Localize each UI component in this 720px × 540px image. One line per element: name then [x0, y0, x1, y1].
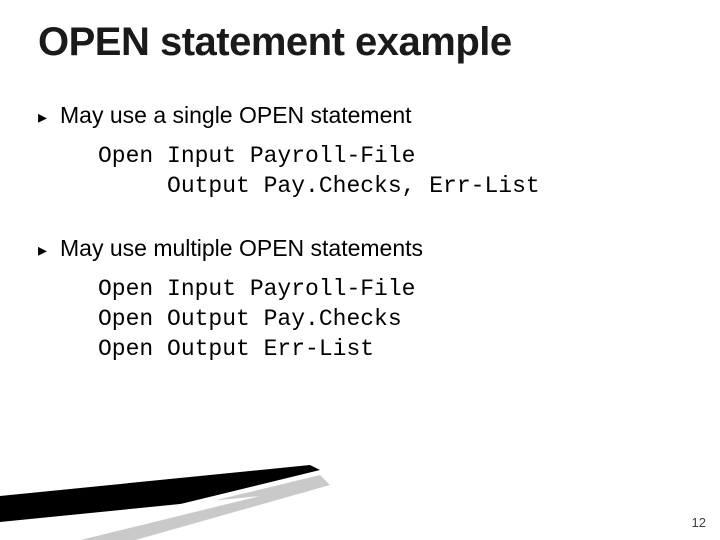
slide-body: ▸ May use a single OPEN statement Open I… [38, 100, 690, 396]
list-item: ▸ May use multiple OPEN statements [38, 233, 690, 264]
code-block: Open Input Payroll-File Output Pay.Check… [98, 141, 690, 201]
decorative-swoosh [0, 430, 340, 540]
bullet-text: May use a single OPEN statement [60, 100, 412, 130]
slide: OPEN statement example ▸ May use a singl… [0, 0, 720, 540]
bullet-icon: ▸ [38, 103, 60, 131]
list-item: ▸ May use a single OPEN statement [38, 100, 690, 131]
code-block: Open Input Payroll-File Open Output Pay.… [98, 274, 690, 364]
page-title: OPEN statement example [38, 20, 512, 65]
bullet-icon: ▸ [38, 236, 60, 264]
bullet-text: May use multiple OPEN statements [60, 233, 423, 263]
page-number: 12 [692, 515, 706, 530]
